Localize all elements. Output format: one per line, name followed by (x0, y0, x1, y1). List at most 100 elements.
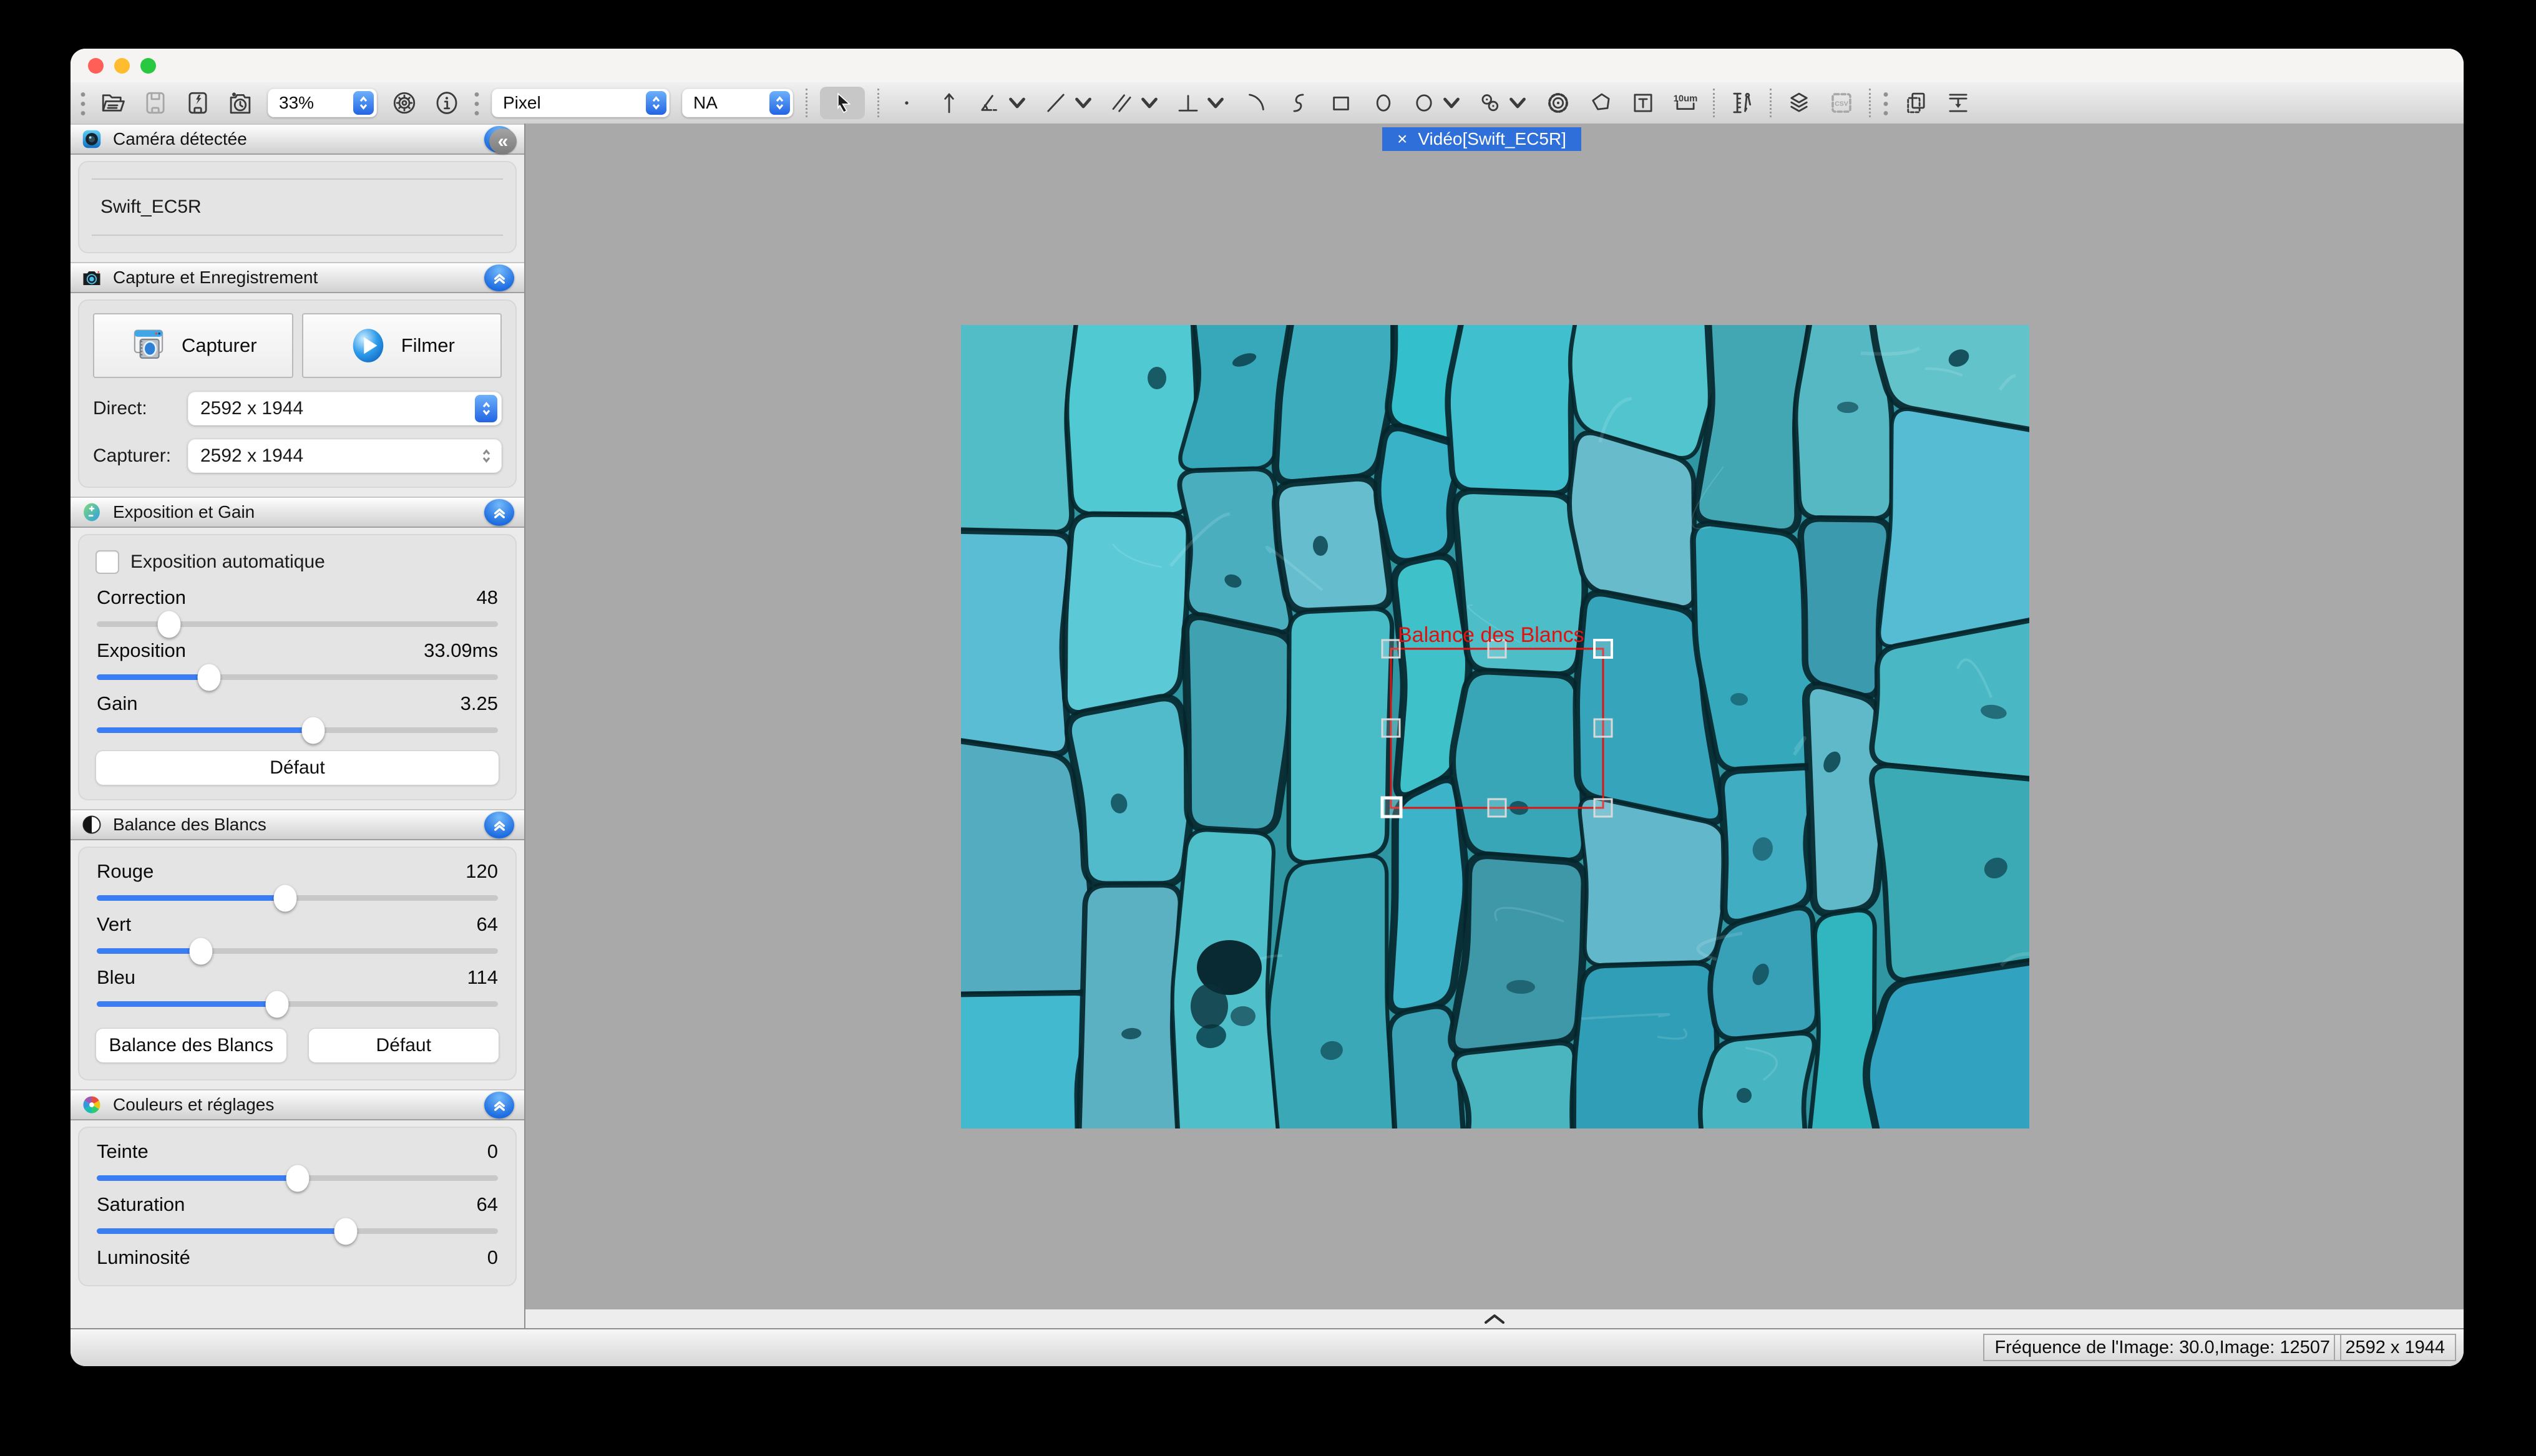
exposure-panel-body: Exposition automatique Correction 48 Exp… (78, 534, 517, 800)
camera-panel-header[interactable]: Caméra détectée (71, 124, 524, 155)
close-window-button[interactable] (88, 58, 104, 74)
exposure-icon (80, 501, 103, 523)
double-chevron-up-icon (491, 504, 508, 521)
close-tab-icon[interactable]: × (1397, 129, 1407, 149)
vert-slider[interactable] (97, 948, 498, 954)
objective-select[interactable]: NA (682, 89, 793, 117)
curve-tool-button[interactable] (1284, 87, 1314, 119)
circle-tool-button[interactable] (1411, 87, 1465, 119)
teinte-slider[interactable] (97, 1175, 498, 1181)
line-tool-button[interactable] (1043, 87, 1096, 119)
quick-save-button[interactable] (183, 87, 213, 119)
exposure-panel-collapse-button[interactable] (484, 499, 514, 526)
live-video-image: Balance des Blancs (961, 325, 2029, 1128)
snapshot-timer-button[interactable] (225, 87, 255, 119)
polygon-icon (1587, 90, 1614, 116)
point-tool-button[interactable] (892, 87, 922, 119)
control-sidebar: « (71, 124, 525, 1329)
slider-thumb[interactable] (190, 938, 213, 964)
window-titlebar[interactable] (71, 49, 2464, 82)
circle-icon (1411, 90, 1437, 116)
capture-panel-collapse-button[interactable] (484, 265, 514, 291)
record-button[interactable]: Filmer (302, 313, 502, 378)
bottom-collapse-strip[interactable] (525, 1309, 2464, 1329)
auto-exposure-checkbox[interactable] (95, 550, 119, 574)
slider-thumb[interactable] (286, 1165, 309, 1191)
capture-resolution-value: 2592 x 1944 (200, 445, 303, 467)
chevron-up-icon (1482, 1313, 1507, 1326)
capture-resolution-select[interactable]: 2592 x 1944 (188, 439, 502, 473)
duplicate-button[interactable] (1901, 87, 1931, 119)
exposition-slider[interactable] (97, 674, 498, 680)
concentric-circle-tool-button[interactable] (1543, 87, 1573, 119)
maximize-window-button[interactable] (140, 58, 156, 74)
slider-thumb[interactable] (157, 611, 180, 638)
parallel-tool-button[interactable] (1109, 87, 1163, 119)
gain-value: 3.25 (461, 692, 498, 715)
slider-thumb[interactable] (334, 1218, 357, 1245)
video-tab-label: Vidéo[Swift_EC5R] (1418, 129, 1566, 149)
unit-select[interactable]: Pixel (492, 89, 670, 117)
direct-resolution-select[interactable]: 2592 x 1944 (188, 392, 502, 425)
toolbar-separator (806, 89, 807, 117)
slider-fill (97, 895, 285, 901)
settings-button[interactable] (389, 87, 419, 119)
slider-thumb[interactable] (274, 885, 297, 911)
direct-resolution-label: Direct: (93, 398, 188, 419)
layers-button[interactable] (1784, 87, 1814, 119)
camera-device-row[interactable]: Swift_EC5R (92, 178, 503, 236)
arrow-tool-button[interactable] (934, 87, 964, 119)
sidebar-collapse-button[interactable]: « (489, 129, 517, 154)
exposure-default-button[interactable]: Défaut (95, 750, 499, 785)
bleu-slider[interactable] (97, 1001, 498, 1007)
gain-slider[interactable] (97, 727, 498, 733)
correction-slider[interactable] (97, 621, 498, 627)
scalebar-icon: 10um (1672, 90, 1699, 116)
rouge-slider[interactable] (97, 895, 498, 901)
colors-panel-collapse-button[interactable] (484, 1092, 514, 1119)
slider-thumb[interactable] (266, 991, 289, 1017)
slider-thumb[interactable] (302, 717, 325, 744)
text-tool-button[interactable] (1628, 87, 1658, 119)
exposure-panel-header[interactable]: Exposition et Gain (71, 497, 524, 528)
chevron-down-icon (1136, 90, 1163, 116)
open-file-button[interactable] (98, 87, 128, 119)
double-chevron-up-icon (491, 1097, 508, 1114)
angle-tool-button[interactable] (977, 87, 1030, 119)
capture-panel-header[interactable]: Capture et Enregistrement (71, 262, 524, 293)
camera-timer-icon (227, 90, 253, 116)
export-button[interactable] (1943, 87, 1973, 119)
two-point-circle-tool-button[interactable] (1477, 87, 1531, 119)
cell-texture (961, 325, 2029, 1128)
perpendicular-icon (1175, 90, 1201, 116)
color-wheel-icon (80, 1094, 103, 1116)
gain-label: Gain (97, 692, 137, 715)
stepper-icon (646, 91, 666, 115)
layers-icon (1786, 90, 1812, 116)
scalebar-tool-button[interactable]: 10um (1670, 87, 1700, 119)
camera-icon (80, 266, 103, 289)
chevron-down-icon (1438, 90, 1465, 116)
measure-settings-button[interactable] (1727, 87, 1757, 119)
auto-exposure-label: Exposition automatique (130, 551, 325, 573)
white-balance-panel-header[interactable]: Balance des Blancs (71, 809, 524, 840)
white-balance-default-button[interactable]: Défaut (308, 1028, 500, 1063)
pointer-tool-button[interactable] (820, 87, 865, 119)
unit-value: Pixel (503, 93, 541, 113)
info-button[interactable] (432, 87, 462, 119)
ellipse-tool-button[interactable] (1368, 87, 1398, 119)
arc-tool-button[interactable] (1241, 87, 1271, 119)
minimize-window-button[interactable] (114, 58, 130, 74)
white-balance-icon (80, 813, 103, 836)
zoom-level-select[interactable]: 33% (268, 89, 377, 117)
saturation-slider[interactable] (97, 1228, 498, 1234)
white-balance-panel-collapse-button[interactable] (484, 812, 514, 838)
white-balance-apply-button[interactable]: Balance des Blancs (95, 1028, 287, 1063)
polygon-tool-button[interactable] (1586, 87, 1616, 119)
video-tab[interactable]: × Vidéo[Swift_EC5R] (1382, 127, 1581, 151)
capture-button[interactable]: Capturer (93, 313, 293, 378)
perpendicular-tool-button[interactable] (1175, 87, 1229, 119)
slider-thumb[interactable] (198, 664, 221, 691)
rectangle-tool-button[interactable] (1326, 87, 1356, 119)
colors-panel-header[interactable]: Couleurs et réglages (71, 1089, 524, 1120)
